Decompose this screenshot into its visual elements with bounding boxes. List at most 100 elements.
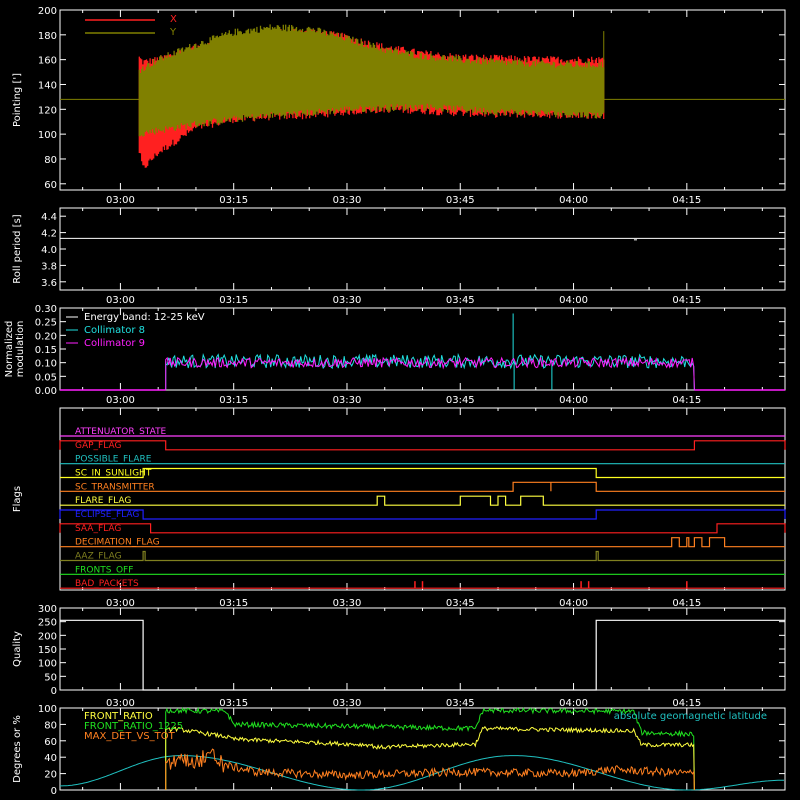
- pointing-xtick-label: 03:30: [333, 195, 362, 206]
- quality-xtick-label: 04:15: [672, 698, 701, 709]
- pointing-xtick-label: 03:00: [106, 195, 135, 206]
- flag-label-gap_flag: GAP_FLAG: [75, 441, 121, 451]
- legend-max-det-vs-tot: MAX_DET_VS_TOT: [84, 731, 176, 742]
- quality-xtick-label: 03:30: [333, 698, 362, 709]
- flags-frame: [59, 407, 786, 591]
- roll-xtick-label: 04:00: [559, 295, 588, 306]
- flag-label-fronts_off: FRONTS_OFF: [75, 565, 133, 575]
- pointing-y-series: [138, 24, 605, 137]
- modulation-xtick-label: 04:00: [559, 395, 588, 406]
- pointing-ytick-label: 160: [38, 56, 57, 67]
- modulation-ytick-label: 0.05: [35, 372, 57, 383]
- modulation-ylabel: Normalized: [4, 321, 15, 378]
- legend-collimator9: Collimator 9: [84, 338, 145, 349]
- roll-ytick-label: 3.8: [41, 261, 57, 272]
- legend-x-label: X: [170, 14, 177, 25]
- flags-xtick-label: 03:30: [333, 598, 362, 609]
- flags-xtick-label: 04:00: [559, 598, 588, 609]
- panel-flags: 03:00 03:15 03:30 03:45 04:00 04:15 Flags ATTEN…: [12, 407, 786, 609]
- modulation-xtick-label: 03:30: [333, 395, 362, 406]
- roll-xtick-label: 03:30: [333, 295, 362, 306]
- panel-modulation: 03:00 03:15 03:30 03:45 04:00 04:15 Normalized…: [4, 304, 786, 406]
- panel-pointing: 03:00 03:15 03:30 03:45 04:00 04:15 Pointing […: [12, 6, 786, 206]
- modulation-series-collimator8: [165, 352, 695, 391]
- pointing-ytick-label: 60: [44, 180, 57, 191]
- pointing-xtick-label: 03:15: [219, 195, 248, 206]
- latitude-curve: [60, 755, 784, 791]
- quality-ytick-label: 250: [38, 618, 57, 629]
- ratios-ytick-label: 0: [51, 786, 57, 797]
- flag-line-eclipse_flag: [59, 509, 786, 520]
- flag-line-gap_flag: [59, 440, 786, 451]
- pointing-ytick-label: 80: [44, 155, 57, 166]
- pointing-xtick-label: 04:15: [672, 195, 701, 206]
- roll-xtick-label: 03:15: [219, 295, 248, 306]
- modulation-xtick-label: 03:45: [446, 395, 475, 406]
- quality-xtick-label: 03:15: [219, 698, 248, 709]
- flag-label-sc_transmitter: SC_TRANSMITTER: [75, 482, 155, 492]
- ratios-ytick-label: 40: [44, 753, 57, 764]
- modulation-ytick-label: 0.10: [35, 359, 57, 370]
- roll-xtick-label: 03:00: [106, 295, 135, 306]
- quality-ytick-label: 100: [38, 659, 57, 670]
- flags-xtick-label: 03:00: [106, 598, 135, 609]
- quality-xtick-label: 03:00: [106, 698, 135, 709]
- quality-xtick-label: 03:45: [446, 698, 475, 709]
- quality-line: [60, 619, 785, 691]
- pointing-xtick-label: 04:00: [559, 195, 588, 206]
- modulation-ytick-label: 0.30: [35, 304, 57, 315]
- roll-ytick-label: 4.2: [41, 229, 57, 240]
- pointing-ytick-label: 100: [38, 130, 57, 141]
- panel-ratios: Degrees or %020406080100FRONT_RATIOFRONT…: [12, 704, 786, 797]
- legend-energy-band: Energy band: 12-25 keV: [84, 312, 205, 323]
- modulation-xtick-label: 04:15: [672, 395, 701, 406]
- ratios-ytick-label: 60: [44, 737, 57, 748]
- flag-line-sc_transmitter: [60, 481, 785, 492]
- modulation-ytick-label: 0.20: [35, 331, 57, 342]
- pointing-ylabel: Pointing [']: [12, 73, 23, 127]
- quality-ytick-label: 150: [38, 645, 57, 656]
- panel-quality: 03:00 03:15 03:30 03:45 04:00 04:15 Quality 0 50…: [12, 604, 786, 709]
- flag-label-saa_flag: SAA_FLAG: [75, 524, 121, 534]
- quality-xtick-label: 04:00: [559, 698, 588, 709]
- flags-xtick-label: 03:45: [446, 598, 475, 609]
- flag-label-possible_flare: POSSIBLE_FLARE: [75, 455, 152, 465]
- roll-xtick-label: 03:45: [446, 295, 475, 306]
- roll-ytick-label: 4.0: [41, 245, 57, 256]
- series-front-ratio: [165, 725, 695, 791]
- legend-collimator8: Collimator 8: [84, 325, 145, 336]
- ratios-ylabel: Degrees or %: [12, 715, 23, 783]
- figure: 03:00 03:15 03:30 03:45 04:00 04:15 Pointing […: [4, 6, 786, 797]
- flag-line-aaz_flag: [60, 550, 785, 562]
- legend-latitude: absolute geomagnetic latitude: [614, 711, 767, 722]
- flag-label-attenuator_state: ATTENUATOR_STATE: [75, 427, 167, 437]
- flag-line-decimation_flag: [60, 537, 785, 548]
- pointing-xtick-label: 03:45: [446, 195, 475, 206]
- quality-ytick-label: 50: [44, 672, 57, 683]
- flag-line-sc_in_sunlight: [60, 467, 785, 479]
- roll-ytick-label: 3.6: [41, 278, 57, 289]
- ratios-ytick-label: 100: [38, 704, 57, 715]
- modulation-ylabel: modulation: [15, 321, 26, 378]
- roll-xtick-label: 04:15: [672, 295, 701, 306]
- pointing-ytick-label: 140: [38, 80, 57, 91]
- roll-frame: [59, 207, 786, 291]
- flag-line-saa_flag: [59, 523, 786, 534]
- quality-ytick-label: 300: [38, 604, 57, 615]
- flag-label-flare_flag: FLARE_FLAG: [75, 496, 131, 506]
- ratios-ytick-label: 80: [44, 720, 57, 731]
- flag-line-flare_flag: [60, 495, 785, 506]
- roll-ylabel: Roll period [s]: [12, 214, 23, 283]
- pointing-ytick-label: 180: [38, 31, 57, 42]
- flags-xtick-label: 04:15: [672, 598, 701, 609]
- legend-y-label: Y: [169, 27, 177, 38]
- flag-label-eclipse_flag: ECLIPSE_FLAG: [75, 510, 139, 520]
- pointing-ytick-label: 200: [38, 6, 57, 17]
- flag-label-sc_in_sunlight: SC_IN_SUNLIGHT: [75, 469, 152, 479]
- series-max-det-vs-tot: [165, 748, 695, 791]
- modulation-ytick-label: 0.25: [35, 318, 57, 329]
- quality-ytick-label: 200: [38, 631, 57, 642]
- flag-label-decimation_flag: DECIMATION_FLAG: [75, 538, 160, 548]
- quality-ylabel: Quality: [12, 631, 23, 667]
- panel-roll: 03:00 03:15 03:30 03:45 04:00 04:15 Roll perio…: [12, 207, 786, 306]
